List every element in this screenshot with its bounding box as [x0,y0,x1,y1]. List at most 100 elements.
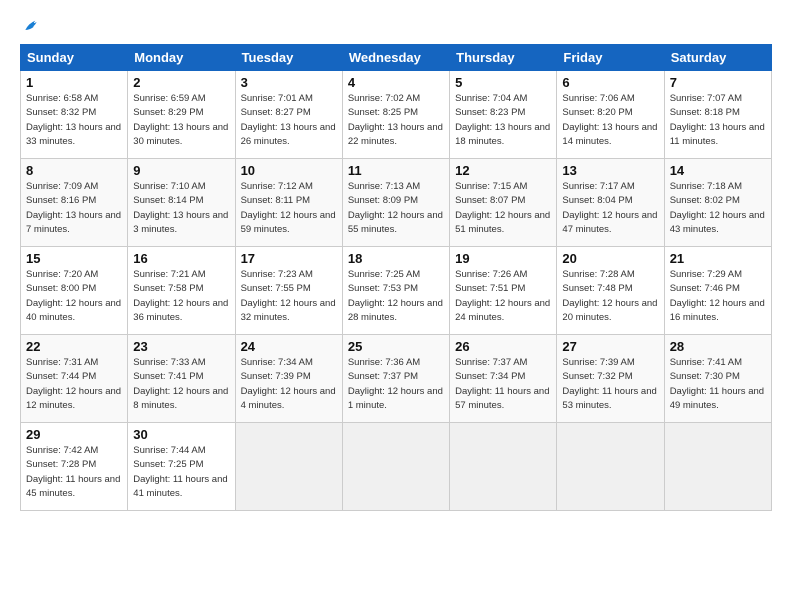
calendar-cell: 16 Sunrise: 7:21 AMSunset: 7:58 PMDayligh… [128,247,235,335]
calendar-cell: 22 Sunrise: 7:31 AMSunset: 7:44 PMDayligh… [21,335,128,423]
day-info: Sunrise: 7:12 AMSunset: 8:11 PMDaylight:… [241,180,337,237]
calendar-week-5: 29 Sunrise: 7:42 AMSunset: 7:28 PMDayligh… [21,423,772,511]
day-info: Sunrise: 7:25 AMSunset: 7:53 PMDaylight:… [348,268,444,325]
calendar-cell: 10 Sunrise: 7:12 AMSunset: 8:11 PMDayligh… [235,159,342,247]
day-number: 17 [241,251,337,266]
day-info: Sunrise: 7:44 AMSunset: 7:25 PMDaylight:… [133,444,229,501]
day-number: 20 [562,251,658,266]
calendar-cell [342,423,449,511]
day-info: Sunrise: 7:06 AMSunset: 8:20 PMDaylight:… [562,92,658,149]
header-tuesday: Tuesday [235,45,342,71]
calendar-cell: 18Sunrise: 7:25 AMSunset: 7:53 PMDayligh… [342,247,449,335]
day-number: 8 [26,163,122,178]
day-info: Sunrise: 7:18 AMSunset: 8:02 PMDaylight:… [670,180,766,237]
day-number: 26 [455,339,551,354]
day-info: Sunrise: 7:33 AMSunset: 7:41 PMDaylight:… [133,356,229,413]
day-info: Sunrise: 7:01 AMSunset: 8:27 PMDaylight:… [241,92,337,149]
day-info: Sunrise: 7:34 AMSunset: 7:39 PMDaylight:… [241,356,337,413]
calendar-cell: 19 Sunrise: 7:26 AMSunset: 7:51 PMDayligh… [450,247,557,335]
day-number: 28 [670,339,766,354]
day-number: 11 [348,163,444,178]
calendar-week-3: 15 Sunrise: 7:20 AMSunset: 8:00 PMDayligh… [21,247,772,335]
day-number: 19 [455,251,551,266]
calendar-cell: 5Sunrise: 7:04 AMSunset: 8:23 PMDaylight… [450,71,557,159]
day-info: Sunrise: 7:21 AMSunset: 7:58 PMDaylight:… [133,268,229,325]
calendar-cell: 23Sunrise: 7:33 AMSunset: 7:41 PMDayligh… [128,335,235,423]
calendar-cell: 2 Sunrise: 6:59 AMSunset: 8:29 PMDaylight… [128,71,235,159]
calendar-cell [557,423,664,511]
day-number: 2 [133,75,229,90]
day-number: 6 [562,75,658,90]
header-sunday: Sunday [21,45,128,71]
day-number: 7 [670,75,766,90]
calendar-cell: 6 Sunrise: 7:06 AMSunset: 8:20 PMDaylight… [557,71,664,159]
day-number: 15 [26,251,122,266]
day-info: Sunrise: 7:37 AMSunset: 7:34 PMDaylight:… [455,356,551,413]
day-number: 30 [133,427,229,442]
header-wednesday: Wednesday [342,45,449,71]
calendar-cell [664,423,771,511]
day-number: 29 [26,427,122,442]
calendar-cell: 30 Sunrise: 7:44 AMSunset: 7:25 PMDayligh… [128,423,235,511]
day-number: 10 [241,163,337,178]
day-info: Sunrise: 7:13 AMSunset: 8:09 PMDaylight:… [348,180,444,237]
day-info: Sunrise: 7:15 AMSunset: 8:07 PMDaylight:… [455,180,551,237]
calendar-cell: 15 Sunrise: 7:20 AMSunset: 8:00 PMDayligh… [21,247,128,335]
logo-bird-icon [22,16,42,36]
header-monday: Monday [128,45,235,71]
day-info: Sunrise: 7:41 AMSunset: 7:30 PMDaylight:… [670,356,766,413]
day-number: 22 [26,339,122,354]
calendar-cell: 26 Sunrise: 7:37 AMSunset: 7:34 PMDayligh… [450,335,557,423]
calendar-cell [450,423,557,511]
calendar-cell: 20 Sunrise: 7:28 AMSunset: 7:48 PMDayligh… [557,247,664,335]
calendar-cell: 29 Sunrise: 7:42 AMSunset: 7:28 PMDayligh… [21,423,128,511]
calendar-cell: 8 Sunrise: 7:09 AMSunset: 8:16 PMDaylight… [21,159,128,247]
day-number: 3 [241,75,337,90]
calendar-cell: 21Sunrise: 7:29 AMSunset: 7:46 PMDayligh… [664,247,771,335]
calendar-cell: 1 Sunrise: 6:58 AMSunset: 8:32 PMDaylight… [21,71,128,159]
day-info: Sunrise: 7:26 AMSunset: 7:51 PMDaylight:… [455,268,551,325]
day-number: 14 [670,163,766,178]
day-info: Sunrise: 6:58 AMSunset: 8:32 PMDaylight:… [26,92,122,149]
calendar-cell: 13 Sunrise: 7:17 AMSunset: 8:04 PMDayligh… [557,159,664,247]
day-info: Sunrise: 7:10 AMSunset: 8:14 PMDaylight:… [133,180,229,237]
calendar-cell: 14 Sunrise: 7:18 AMSunset: 8:02 PMDayligh… [664,159,771,247]
day-number: 25 [348,339,444,354]
day-info: Sunrise: 7:23 AMSunset: 7:55 PMDaylight:… [241,268,337,325]
calendar-week-4: 22 Sunrise: 7:31 AMSunset: 7:44 PMDayligh… [21,335,772,423]
calendar-table: SundayMondayTuesdayWednesdayThursdayFrid… [20,44,772,511]
day-info: Sunrise: 7:39 AMSunset: 7:32 PMDaylight:… [562,356,658,413]
day-info: Sunrise: 7:31 AMSunset: 7:44 PMDaylight:… [26,356,122,413]
day-info: Sunrise: 7:42 AMSunset: 7:28 PMDaylight:… [26,444,122,501]
calendar-cell: 28 Sunrise: 7:41 AMSunset: 7:30 PMDayligh… [664,335,771,423]
day-number: 27 [562,339,658,354]
day-info: Sunrise: 7:36 AMSunset: 7:37 PMDaylight:… [348,356,444,413]
calendar-cell: 4Sunrise: 7:02 AMSunset: 8:25 PMDaylight… [342,71,449,159]
day-info: Sunrise: 7:04 AMSunset: 8:23 PMDaylight:… [455,92,551,149]
calendar-header-row: SundayMondayTuesdayWednesdayThursdayFrid… [21,45,772,71]
day-number: 1 [26,75,122,90]
day-info: Sunrise: 7:07 AMSunset: 8:18 PMDaylight:… [670,92,766,149]
calendar-cell: 24Sunrise: 7:34 AMSunset: 7:39 PMDayligh… [235,335,342,423]
day-info: Sunrise: 7:02 AMSunset: 8:25 PMDaylight:… [348,92,444,149]
header-thursday: Thursday [450,45,557,71]
page-header [20,16,772,36]
day-info: Sunrise: 7:09 AMSunset: 8:16 PMDaylight:… [26,180,122,237]
calendar-cell: 3 Sunrise: 7:01 AMSunset: 8:27 PMDaylight… [235,71,342,159]
calendar-cell [235,423,342,511]
day-info: Sunrise: 6:59 AMSunset: 8:29 PMDaylight:… [133,92,229,149]
day-number: 16 [133,251,229,266]
calendar-cell: 17 Sunrise: 7:23 AMSunset: 7:55 PMDayligh… [235,247,342,335]
calendar-week-2: 8 Sunrise: 7:09 AMSunset: 8:16 PMDaylight… [21,159,772,247]
calendar-cell: 11 Sunrise: 7:13 AMSunset: 8:09 PMDayligh… [342,159,449,247]
calendar-week-1: 1 Sunrise: 6:58 AMSunset: 8:32 PMDaylight… [21,71,772,159]
day-number: 21 [670,251,766,266]
header-saturday: Saturday [664,45,771,71]
day-number: 9 [133,163,229,178]
day-info: Sunrise: 7:28 AMSunset: 7:48 PMDaylight:… [562,268,658,325]
day-number: 13 [562,163,658,178]
calendar-cell: 25 Sunrise: 7:36 AMSunset: 7:37 PMDayligh… [342,335,449,423]
calendar-cell: 12Sunrise: 7:15 AMSunset: 8:07 PMDayligh… [450,159,557,247]
day-info: Sunrise: 7:17 AMSunset: 8:04 PMDaylight:… [562,180,658,237]
day-info: Sunrise: 7:20 AMSunset: 8:00 PMDaylight:… [26,268,122,325]
